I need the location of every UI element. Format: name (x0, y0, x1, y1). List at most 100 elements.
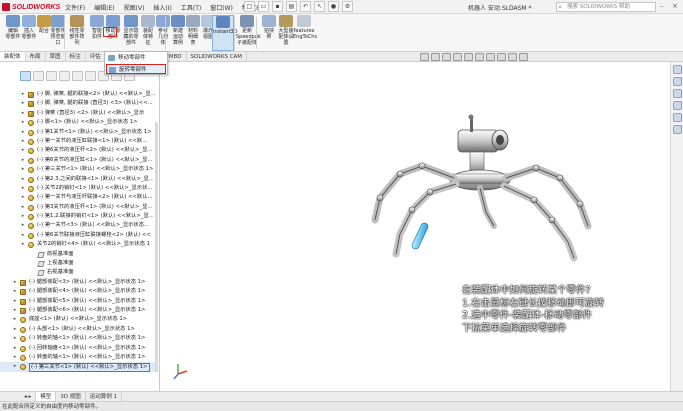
ribbon-button-13[interactable]: Instant3D (212, 15, 237, 51)
expand-arrow-icon[interactable]: ▸ (12, 353, 18, 362)
minimize-icon[interactable]: – (660, 2, 664, 10)
robot-assembly-model[interactable] (330, 108, 620, 278)
apply-scene-icon[interactable] (508, 53, 517, 61)
appearances-icon[interactable] (672, 113, 682, 122)
tab-scroll-arrows-icon[interactable]: ◂ ▸ (20, 392, 37, 401)
tree-row[interactable]: ▸ (-) 腿部装配<3> (默认) <<默认>_显示状态 1> (0, 278, 158, 287)
cmd-tab-7[interactable]: SOLIDWORKS CAM (187, 52, 248, 61)
resources-icon[interactable] (672, 65, 682, 74)
expand-arrow-icon[interactable]: ▸ (20, 221, 26, 230)
tree-row[interactable]: ▸ (-) 第6关节联接液压缸联接螺栓<2> (默认) << (0, 231, 158, 240)
tree-row[interactable]: 前视基准面 (0, 250, 158, 259)
cmd-tab-4[interactable]: 评估 (86, 52, 106, 61)
tree-row[interactable]: ▸ (-) 腿部装配<5> (默认) <<默认>_显示状态 1> (0, 297, 158, 306)
menu-item-4[interactable]: 工具(T) (180, 2, 202, 13)
hide-show-icon[interactable] (486, 53, 495, 61)
tree-row[interactable]: ▸ (-) 脚, 弹簧, 腿的联接 (直径3) <3> (默认)<<... (0, 99, 158, 108)
ribbon-button-17[interactable]: features EngToChs (293, 15, 317, 51)
expand-arrow-icon[interactable]: ▸ (12, 306, 18, 315)
section-view-icon[interactable] (453, 53, 462, 61)
cam-tab-icon[interactable] (85, 71, 96, 81)
tree-row[interactable]: ▸ (-) 第6关节的液压缸<1> (默认) <<默认>_显... (0, 156, 158, 165)
tree-row[interactable]: ▸ (-) 第2,3,之间的联接<1> (默认) <<默认>_显... (0, 175, 158, 184)
display-manager-tab-icon[interactable] (72, 71, 83, 81)
menu-item-move-component[interactable]: 移动零部件 (106, 53, 166, 63)
tree-row[interactable]: ▸ 底座<1> (默认) <<默认>_显示状态 1> (0, 315, 158, 324)
menu-item-2[interactable]: 视图(V) (123, 2, 146, 13)
tree-row[interactable]: ▸ (-) 腿部装配<6> (默认) <<默认>_显示状态 1> (0, 306, 158, 315)
expand-arrow-icon[interactable]: ▸ (20, 128, 26, 137)
save-icon[interactable]: ▪ (272, 1, 283, 12)
close-icon[interactable]: × (672, 2, 678, 10)
feature-manager-tab-icon[interactable] (20, 71, 31, 81)
expand-arrow-icon[interactable]: ▸ (12, 344, 18, 353)
tree-row[interactable]: ▸ (-) 第6关节的液压杆<2> (默认) <<默认>_显... (0, 146, 158, 155)
tree-row[interactable]: ▸ (-) 第三关节<1> (默认) <<默认>_显示状态 1> (0, 362, 158, 373)
tree-row[interactable]: ▸ (-) 第一关节与液压杆联接<2> (默认) <<默认... (0, 193, 158, 202)
tree-row[interactable]: ▸ (-) 回转轴盘<1> (默认) <<默认>_显示状态 1> (0, 344, 158, 353)
tree-row[interactable]: ▸ (-) 转盘的轴<1> (默认) <<默认>_显示状态 1> (0, 353, 158, 362)
expand-arrow-icon[interactable]: ▸ (20, 193, 26, 202)
menu-item-5[interactable]: 窗口(W) (209, 2, 234, 13)
select-icon[interactable]: ↖ (314, 1, 325, 12)
ribbon-button-4[interactable]: 线性零 部件阵列 (66, 15, 88, 51)
expand-arrow-icon[interactable]: ▸ (12, 315, 18, 324)
expand-arrow-icon[interactable]: ▸ (20, 137, 26, 146)
graphics-area[interactable]: 在装配体中如何旋转某个零件? 1.右击鼠标右键长按移动即可旋转 2.选中零件-装… (160, 62, 670, 391)
expand-arrow-icon[interactable]: ▸ (20, 146, 26, 155)
cmd-tab-1[interactable]: 布局 (26, 52, 46, 61)
expand-arrow-icon[interactable]: ▸ (12, 297, 18, 306)
tree-row[interactable]: ▸ (-) 第1,2,联接的销钉<1> (默认) <<默认>_显... (0, 212, 158, 221)
cmd-tab-6[interactable]: MBD (165, 52, 187, 61)
bottom-tab-1[interactable]: 3D 视图 (56, 392, 86, 401)
previous-view-icon[interactable] (442, 53, 451, 61)
tree-row[interactable]: ▸ (-) 第一关节<3> (默认) <<默认>_显示状态... (0, 221, 158, 230)
expand-arrow-icon[interactable]: ▸ (20, 118, 26, 127)
expand-arrow-icon[interactable]: ▸ (20, 212, 26, 221)
help-search-input[interactable]: ⌕ 搜索 SOLIDWORKS 帮助 (556, 2, 656, 12)
display-style-icon[interactable] (475, 53, 484, 61)
options-icon[interactable]: ⚙ (342, 1, 353, 12)
view-palette-icon[interactable] (672, 101, 682, 110)
tree-row[interactable]: ▸ (-) 第一关节的液压缸联接<1> (默认) <<默... (0, 137, 158, 146)
expand-arrow-icon[interactable]: ▸ (20, 165, 26, 174)
rebuild-icon[interactable]: ● (328, 1, 339, 12)
cmd-tab-0[interactable]: 装配体 (0, 52, 26, 61)
menu-item-rotate-component[interactable]: 旋转零部件 (106, 64, 166, 74)
tree-row[interactable]: ▸ 关节2的销钉<4> (默认) <<默认>_显示状态 1 (0, 240, 158, 249)
expand-arrow-icon[interactable]: ▸ (20, 156, 26, 165)
file-explorer-icon[interactable] (672, 89, 682, 98)
expand-arrow-icon[interactable]: ▸ (20, 184, 26, 193)
ribbon-button-14[interactable]: 更新 Speedpak 子装配体 (236, 15, 261, 51)
property-manager-tab-icon[interactable] (33, 71, 44, 81)
dimxpert-tab-icon[interactable] (59, 71, 70, 81)
cmd-tab-3[interactable]: 标注 (66, 52, 86, 61)
configuration-manager-tab-icon[interactable] (46, 71, 57, 81)
tree-scrollbar[interactable] (155, 122, 158, 372)
expand-arrow-icon[interactable]: ▸ (12, 334, 18, 343)
print-icon[interactable]: ▤ (286, 1, 297, 12)
expand-arrow-icon[interactable]: ▸ (20, 175, 26, 184)
move-component-dropdown-highlight[interactable] (103, 27, 117, 37)
zoom-area-icon[interactable] (431, 53, 440, 61)
expand-arrow-icon[interactable]: ▸ (20, 203, 26, 212)
tree-row[interactable]: ▸ (-) 脚<1> (默认) <<默认>_显示状态 1> (0, 118, 158, 127)
tree-row[interactable]: ▸ (-) 第三关节<1> (默认) <<默认>_显示状态 1> (0, 165, 158, 174)
tree-row[interactable]: ▸ (-) 转盘的轴<1> (默认) <<默认>_显示状态 1> (0, 334, 158, 343)
tree-row[interactable]: ▸ (-) 弹簧 (直径3) <2> (默认) <<默认>_显示 (0, 109, 158, 118)
tree-row[interactable]: ▸ (-) 第1关节<1> (默认) <<默认>_显示状态 1> (0, 128, 158, 137)
undo-icon[interactable]: ↶ (300, 1, 311, 12)
expand-arrow-icon[interactable]: ▸ (12, 278, 18, 287)
tree-row[interactable]: ▸ (-) 头部<1> (默认) <<默认>_显示状态 1> (0, 325, 158, 334)
menu-item-3[interactable]: 插入(I) (152, 2, 172, 13)
design-library-icon[interactable] (672, 77, 682, 86)
expand-arrow-icon[interactable]: ▸ (20, 240, 26, 249)
edit-appearance-icon[interactable] (497, 53, 506, 61)
tree-row[interactable]: 上视基准面 (0, 259, 158, 268)
expand-arrow-icon[interactable]: ▸ (20, 99, 26, 108)
bottom-tab-2[interactable]: 运动算例 1 (86, 392, 123, 401)
view-orientation-icon[interactable] (464, 53, 473, 61)
view-settings-icon[interactable] (519, 53, 528, 61)
expand-arrow-icon[interactable]: ▸ (20, 109, 26, 118)
solidworks-logo[interactable]: SOLIDWORKS (2, 2, 60, 12)
